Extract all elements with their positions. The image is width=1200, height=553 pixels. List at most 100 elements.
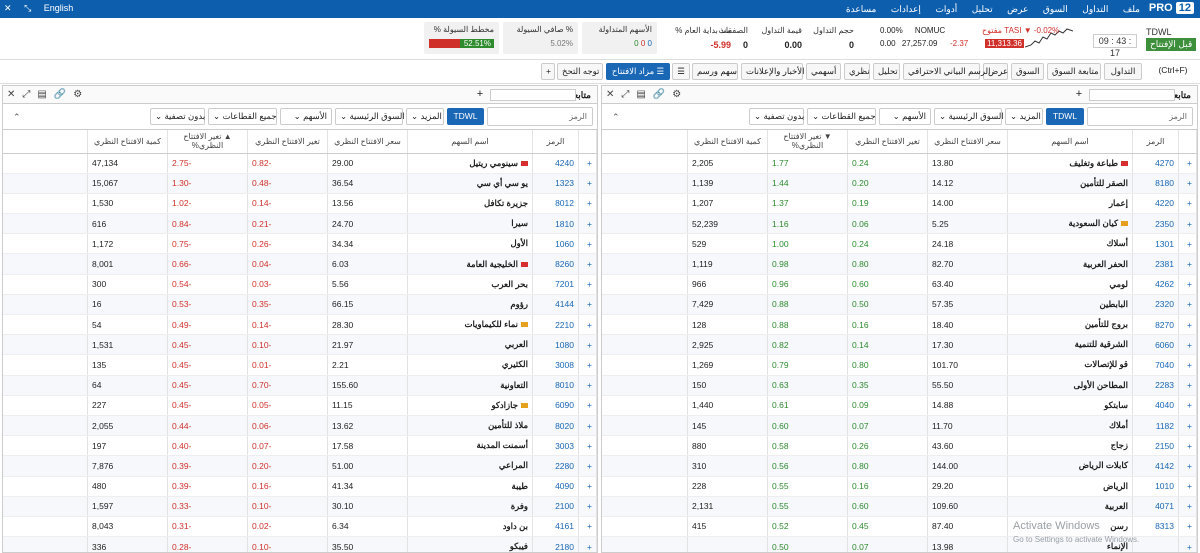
- row-add-button[interactable]: +: [1178, 314, 1197, 336]
- exchange-filter[interactable]: TDWL: [447, 108, 484, 125]
- table-row[interactable]: +4262 لومي 63.40 0.60 0.96 966: [602, 274, 1197, 295]
- table-row[interactable]: +1810 سيرا 24.70 -0.21 -0.84 616: [3, 213, 597, 235]
- row-symbol[interactable]: 1010: [1132, 476, 1179, 497]
- stocks-filter[interactable]: ⌄ الأسهم: [879, 108, 931, 125]
- row-add-button[interactable]: +: [578, 274, 597, 295]
- row-symbol[interactable]: 1080: [532, 334, 579, 356]
- add-button[interactable]: +: [473, 88, 487, 101]
- col-name[interactable]: اسم السهم: [1007, 130, 1133, 154]
- table-icon[interactable]: ▤: [636, 89, 645, 100]
- table-row[interactable]: +1182 أملاك 11.70 0.07 0.60 145: [602, 415, 1197, 437]
- table-row[interactable]: +7040 قو للإتصالات 101.70 0.80 0.79 1,269: [602, 354, 1197, 376]
- row-add-button[interactable]: +: [1178, 193, 1197, 215]
- row-add-button[interactable]: +: [578, 334, 597, 356]
- row-add-button[interactable]: +: [1178, 415, 1197, 437]
- main-market-filter[interactable]: ⌄ السوق الرئيسية: [934, 108, 1004, 125]
- col-symbol[interactable]: الرمز: [1132, 130, 1179, 154]
- table-row[interactable]: +4090 طيبة 41.34 -0.16 -0.39 480: [3, 476, 597, 497]
- row-add-button[interactable]: +: [1178, 476, 1197, 497]
- row-add-button[interactable]: +: [1178, 516, 1197, 538]
- menu-settings[interactable]: إعدادات: [891, 4, 921, 14]
- table-row[interactable]: +2280 المراعي 51.00 -0.20 -0.39 7,876: [3, 455, 597, 477]
- row-add-button[interactable]: +: [1178, 395, 1197, 416]
- close-icon[interactable]: ✕: [7, 89, 15, 100]
- row-symbol[interactable]: 8270: [1132, 314, 1179, 336]
- row-symbol[interactable]: 8010: [532, 375, 579, 396]
- row-add-button[interactable]: +: [1178, 375, 1197, 396]
- row-symbol[interactable]: 8313: [1132, 516, 1179, 538]
- col-symbol[interactable]: الرمز: [532, 130, 579, 154]
- col-change[interactable]: تغير الافتتاح النظري: [247, 130, 328, 154]
- table-row[interactable]: +1060 الأول 34.34 -0.26 -0.75 1,172: [3, 233, 597, 255]
- row-add-button[interactable]: +: [1178, 173, 1197, 194]
- row-add-button[interactable]: +: [1178, 536, 1197, 552]
- row-add-button[interactable]: +: [578, 294, 597, 316]
- table-row[interactable]: +2150 زجاج 43.60 0.26 0.58 880: [602, 435, 1197, 457]
- row-add-button[interactable]: +: [578, 415, 597, 437]
- row-add-button[interactable]: +: [1178, 274, 1197, 295]
- table-row[interactable]: +2350 كيان السعودية 5.25 0.06 1.16 52,239: [602, 213, 1197, 235]
- row-symbol[interactable]: 4144: [532, 294, 579, 316]
- tab-stock-chart[interactable]: سهم ورسم: [692, 63, 738, 80]
- gear-icon[interactable]: ⚙: [73, 89, 82, 100]
- menu-analysis[interactable]: تحليل: [972, 4, 993, 14]
- add-button[interactable]: +: [1072, 88, 1086, 101]
- row-add-button[interactable]: +: [1178, 496, 1197, 517]
- more-filter[interactable]: ⌄ المزيد: [1005, 108, 1043, 125]
- gear-icon[interactable]: ⚙: [672, 89, 681, 100]
- table-row[interactable]: +4220 إعمار 14.00 0.19 1.37 1,207: [602, 193, 1197, 215]
- row-add-button[interactable]: +: [578, 375, 597, 396]
- table-row[interactable]: +3003 أسمنت المدينة 17.58 -0.07 -0.40 197: [3, 435, 597, 457]
- col-qty[interactable]: كمية الافتتاح النظري: [87, 130, 168, 154]
- row-symbol[interactable]: 4220: [1132, 193, 1179, 215]
- row-add-button[interactable]: +: [578, 193, 597, 215]
- row-add-button[interactable]: +: [578, 476, 597, 497]
- table-row[interactable]: +4142 كابلات الرياض 144.00 0.80 0.56 310: [602, 455, 1197, 477]
- panel-quick-search[interactable]: [490, 89, 576, 101]
- table-row[interactable]: +2283 المطاحن الأولى 55.50 0.35 0.63 150: [602, 375, 1197, 396]
- tab-market[interactable]: السوق: [1011, 63, 1044, 80]
- menu-market[interactable]: السوق: [1043, 4, 1068, 14]
- row-symbol[interactable]: 8180: [1132, 173, 1179, 194]
- row-symbol[interactable]: 4161: [532, 516, 579, 538]
- table-row[interactable]: +3008 الكثيري 2.21 -0.01 -0.45 135: [3, 354, 597, 376]
- row-add-button[interactable]: +: [578, 455, 597, 477]
- row-add-button[interactable]: +: [1178, 153, 1197, 174]
- more-filter[interactable]: ⌄ المزيد: [406, 108, 444, 125]
- row-symbol[interactable]: 2150: [1132, 435, 1179, 457]
- row-symbol[interactable]: 4071: [1132, 496, 1179, 517]
- row-symbol[interactable]: 2180: [532, 536, 579, 552]
- row-add-button[interactable]: +: [1178, 455, 1197, 477]
- tab-market-watch[interactable]: متابعة السوق: [1047, 63, 1101, 80]
- row-symbol[interactable]: 7040: [1132, 354, 1179, 376]
- table-row[interactable]: +7201 بحر العرب 5.56 -0.03 -0.54 300: [3, 274, 597, 295]
- row-symbol[interactable]: 1182: [1132, 415, 1179, 437]
- panel-quick-search[interactable]: [1089, 89, 1175, 101]
- col-price[interactable]: سعر الافتتاح النظري: [927, 130, 1008, 154]
- row-add-button[interactable]: +: [578, 213, 597, 235]
- table-row[interactable]: +4270 طباعة وتغليف 13.80 0.24 1.77 2,205: [602, 153, 1197, 174]
- table-row[interactable]: +1080 العربي 21.97 -0.10 -0.45 1,531: [3, 334, 597, 356]
- row-symbol[interactable]: 2381: [1132, 253, 1179, 275]
- table-row[interactable]: +1010 الرياض 29.20 0.16 0.55 228: [602, 476, 1197, 497]
- table-row[interactable]: +4071 العربية 109.60 0.60 0.55 2,131: [602, 496, 1197, 517]
- exchange-filter[interactable]: TDWL: [1046, 108, 1084, 125]
- row-symbol[interactable]: 4040: [1132, 395, 1179, 416]
- table-row[interactable]: +2320 البابطين 57.35 0.50 0.88 7,429: [602, 294, 1197, 316]
- table-row[interactable]: +4040 سابتكو 14.88 0.09 0.61 1,440: [602, 395, 1197, 416]
- row-symbol[interactable]: 3003: [532, 435, 579, 457]
- symbol-search-input[interactable]: الرمز: [1087, 107, 1193, 126]
- row-symbol[interactable]: 1323: [532, 173, 579, 194]
- table-row[interactable]: +2180 فيبكو 35.50 -0.10 -0.28 336: [3, 536, 597, 552]
- row-symbol[interactable]: 2350: [1132, 213, 1179, 235]
- row-symbol[interactable]: [1132, 536, 1179, 552]
- table-row[interactable]: +6090 جازادكو 11.15 -0.05 -0.45 227: [3, 395, 597, 416]
- row-symbol[interactable]: 4142: [1132, 455, 1179, 477]
- table-row[interactable]: +8012 جزيرة تكافل 13.56 -0.14 -1.02 1,530: [3, 193, 597, 215]
- no-filter[interactable]: ⌄ بدون تصفية: [749, 108, 804, 125]
- row-symbol[interactable]: 4270: [1132, 153, 1179, 174]
- tab-news[interactable]: الأخبار والإعلانات: [741, 63, 805, 80]
- row-symbol[interactable]: 2320: [1132, 294, 1179, 316]
- row-symbol[interactable]: 7201: [532, 274, 579, 295]
- row-symbol[interactable]: 6090: [532, 395, 579, 416]
